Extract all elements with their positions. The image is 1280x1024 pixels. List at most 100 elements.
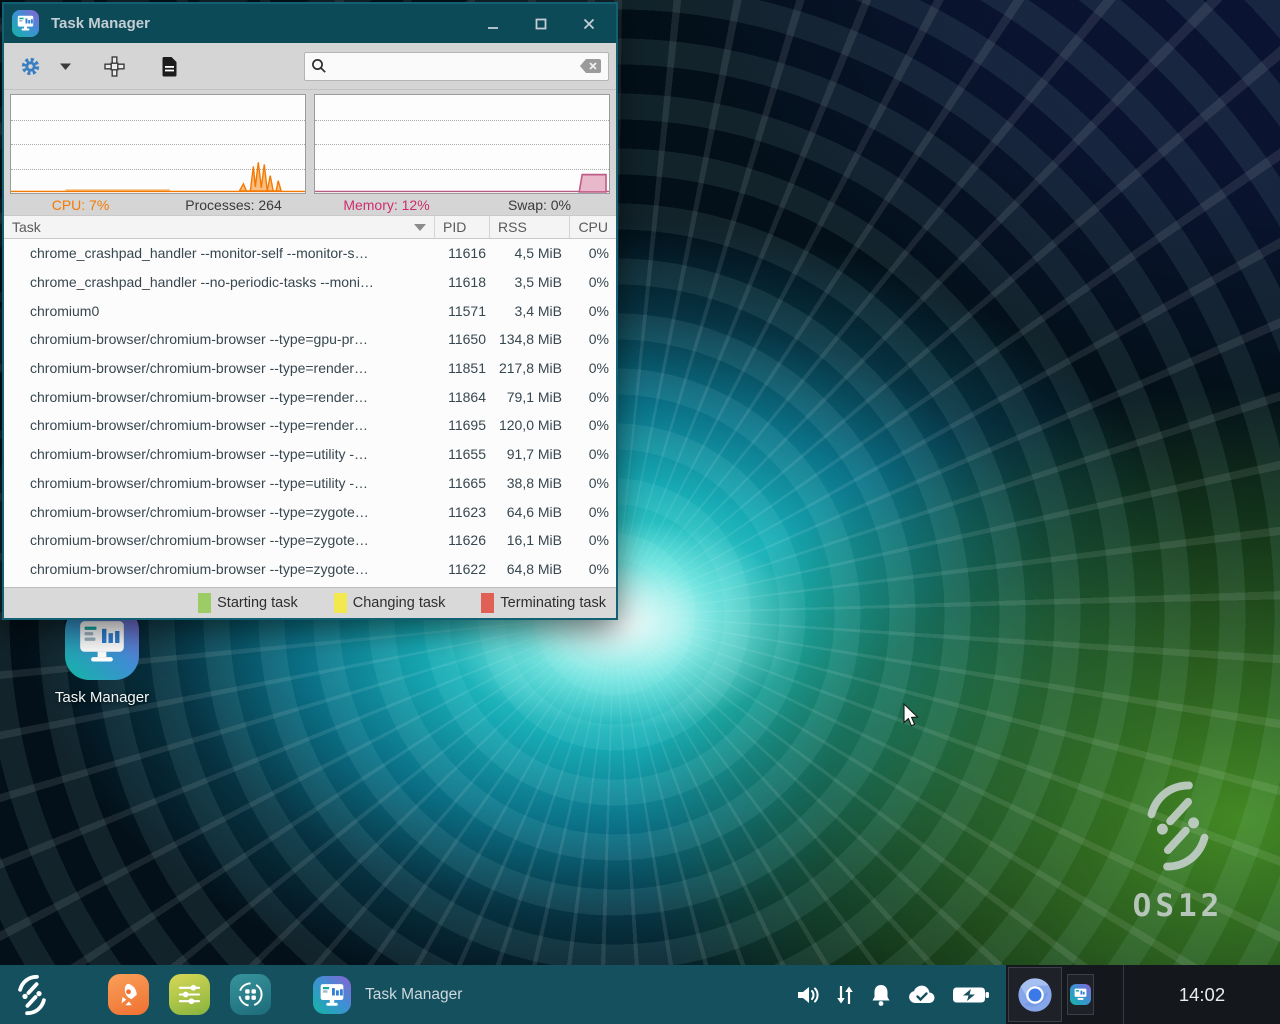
cpu-cell: 0% bbox=[570, 446, 616, 462]
column-header-cpu[interactable]: CPU bbox=[570, 216, 616, 238]
graphs-area bbox=[4, 90, 616, 194]
legend-changing-swatch bbox=[334, 593, 347, 613]
legend-item: Changing task bbox=[334, 593, 446, 613]
start-menu-button[interactable] bbox=[0, 965, 64, 1024]
memory-graph bbox=[314, 94, 610, 194]
pid-cell: 11650 bbox=[435, 331, 490, 347]
table-row[interactable]: chromium-browser/chromium-browser --type… bbox=[4, 325, 616, 354]
table-row[interactable]: chromium-browser/chromium-browser --type… bbox=[4, 382, 616, 411]
task-cell: chromium-browser/chromium-browser --type… bbox=[4, 561, 435, 577]
chevron-down-icon bbox=[59, 62, 72, 71]
column-header-pid[interactable]: PID bbox=[435, 216, 490, 238]
search-field[interactable] bbox=[304, 52, 609, 81]
rss-cell: 79,1 MiB bbox=[490, 389, 570, 405]
cpu-cell: 0% bbox=[570, 475, 616, 491]
cpu-cell: 0% bbox=[570, 274, 616, 290]
tray-task-manager-button[interactable] bbox=[1067, 974, 1094, 1015]
cloud-sync-icon[interactable] bbox=[907, 984, 937, 1006]
toolbar bbox=[4, 43, 616, 90]
legend-starting-swatch bbox=[198, 593, 211, 613]
memory-graph-plot bbox=[315, 95, 609, 193]
pid-cell: 11618 bbox=[435, 274, 490, 290]
process-table-body: chrome_crashpad_handler --monitor-self -… bbox=[4, 239, 616, 587]
rss-cell: 16,1 MiB bbox=[490, 532, 570, 548]
table-row[interactable]: chromium-browser/chromium-browser --type… bbox=[4, 497, 616, 526]
settings-button[interactable] bbox=[11, 49, 50, 83]
task-cell: chromium0 bbox=[4, 303, 435, 319]
mouse-cursor bbox=[903, 703, 921, 729]
table-row[interactable]: chrome_crashpad_handler --no-periodic-ta… bbox=[4, 268, 616, 297]
sort-descending-icon bbox=[414, 224, 426, 231]
pid-cell: 11622 bbox=[435, 561, 490, 577]
cpu-graph bbox=[10, 94, 306, 194]
task-cell: chromium-browser/chromium-browser --type… bbox=[4, 532, 435, 548]
pid-cell: 11655 bbox=[435, 446, 490, 462]
pid-cell: 11695 bbox=[435, 417, 490, 433]
launcher-apps-button[interactable] bbox=[230, 974, 271, 1015]
table-header: Task PID RSS CPU bbox=[4, 215, 616, 239]
settings-dropdown-button[interactable] bbox=[50, 49, 81, 83]
table-row[interactable]: chromium-browser/chromium-browser --type… bbox=[4, 469, 616, 498]
crosshair-icon bbox=[104, 56, 125, 77]
rss-cell: 4,5 MiB bbox=[490, 245, 570, 261]
task-manager-app-icon bbox=[313, 976, 351, 1014]
task-cell: chromium-browser/chromium-browser --type… bbox=[4, 446, 435, 462]
maximize-button[interactable] bbox=[524, 9, 558, 39]
tray-chromium-button[interactable] bbox=[1008, 967, 1062, 1022]
titlebar[interactable]: Task Manager bbox=[4, 4, 616, 43]
launcher-rocket-button[interactable] bbox=[108, 974, 149, 1015]
battery-icon[interactable] bbox=[952, 985, 990, 1005]
rss-cell: 64,6 MiB bbox=[490, 504, 570, 520]
cpu-cell: 0% bbox=[570, 561, 616, 577]
taskbar-window-button-task-manager[interactable]: Task Manager bbox=[313, 976, 462, 1014]
table-row[interactable]: chromium-browser/chromium-browser --type… bbox=[4, 440, 616, 469]
pid-cell: 11864 bbox=[435, 389, 490, 405]
table-row[interactable]: chromium-browser/chromium-browser --type… bbox=[4, 555, 616, 584]
details-button[interactable] bbox=[152, 49, 187, 83]
column-header-rss[interactable]: RSS bbox=[490, 216, 570, 238]
table-row[interactable]: chrome_crashpad_handler --monitor-self -… bbox=[4, 239, 616, 268]
window-title: Task Manager bbox=[51, 15, 462, 32]
task-cell: chrome_crashpad_handler --no-periodic-ta… bbox=[4, 274, 435, 290]
clear-search-icon[interactable] bbox=[579, 58, 602, 74]
table-row[interactable]: chromium-browser/chromium-browser --type… bbox=[4, 526, 616, 555]
search-icon bbox=[311, 58, 327, 74]
desktop: OS12 Task Manager bbox=[0, 0, 1280, 1024]
pid-cell: 11626 bbox=[435, 532, 490, 548]
table-row[interactable]: chromium0115713,4 MiB0% bbox=[4, 296, 616, 325]
window-app-icon bbox=[12, 10, 39, 37]
legend-starting-label: Starting task bbox=[217, 595, 298, 611]
cpu-usage-label: CPU: 7% bbox=[4, 197, 157, 213]
pid-cell: 11571 bbox=[435, 303, 490, 319]
volume-icon[interactable] bbox=[796, 984, 820, 1006]
cpu-cell: 0% bbox=[570, 303, 616, 319]
desktop-icon-label: Task Manager bbox=[26, 689, 178, 706]
desktop-icon-task-manager[interactable]: Task Manager bbox=[26, 606, 178, 706]
network-traffic-icon[interactable] bbox=[835, 983, 855, 1007]
table-row[interactable]: chromium-browser/chromium-browser --type… bbox=[4, 354, 616, 383]
legend-terminating-label: Terminating task bbox=[500, 595, 606, 611]
clock[interactable]: 14:02 bbox=[1124, 984, 1280, 1006]
launcher-tweaks-button[interactable] bbox=[169, 974, 210, 1015]
swap-usage-label: Swap: 0% bbox=[463, 197, 616, 213]
cpu-graph-plot bbox=[11, 95, 305, 193]
close-icon bbox=[582, 17, 596, 31]
minimize-button[interactable] bbox=[476, 9, 510, 39]
rss-cell: 3,5 MiB bbox=[490, 274, 570, 290]
notifications-bell-icon[interactable] bbox=[870, 983, 892, 1007]
column-header-task[interactable]: Task bbox=[4, 216, 435, 238]
identify-window-button[interactable] bbox=[95, 49, 134, 83]
rss-cell: 120,0 MiB bbox=[490, 417, 570, 433]
search-input[interactable] bbox=[327, 58, 579, 74]
rss-cell: 217,8 MiB bbox=[490, 360, 570, 376]
cpu-cell: 0% bbox=[570, 532, 616, 548]
cpu-cell: 0% bbox=[570, 504, 616, 520]
rss-cell: 91,7 MiB bbox=[490, 446, 570, 462]
task-cell: chromium-browser/chromium-browser --type… bbox=[4, 417, 435, 433]
table-row[interactable]: chromium-browser/chromium-browser --type… bbox=[4, 411, 616, 440]
gear-icon bbox=[20, 56, 41, 77]
pid-cell: 11851 bbox=[435, 360, 490, 376]
taskbar: Task Manager bbox=[0, 965, 1280, 1024]
close-button[interactable] bbox=[572, 9, 606, 39]
system-tray: 14:02 bbox=[1006, 965, 1280, 1024]
